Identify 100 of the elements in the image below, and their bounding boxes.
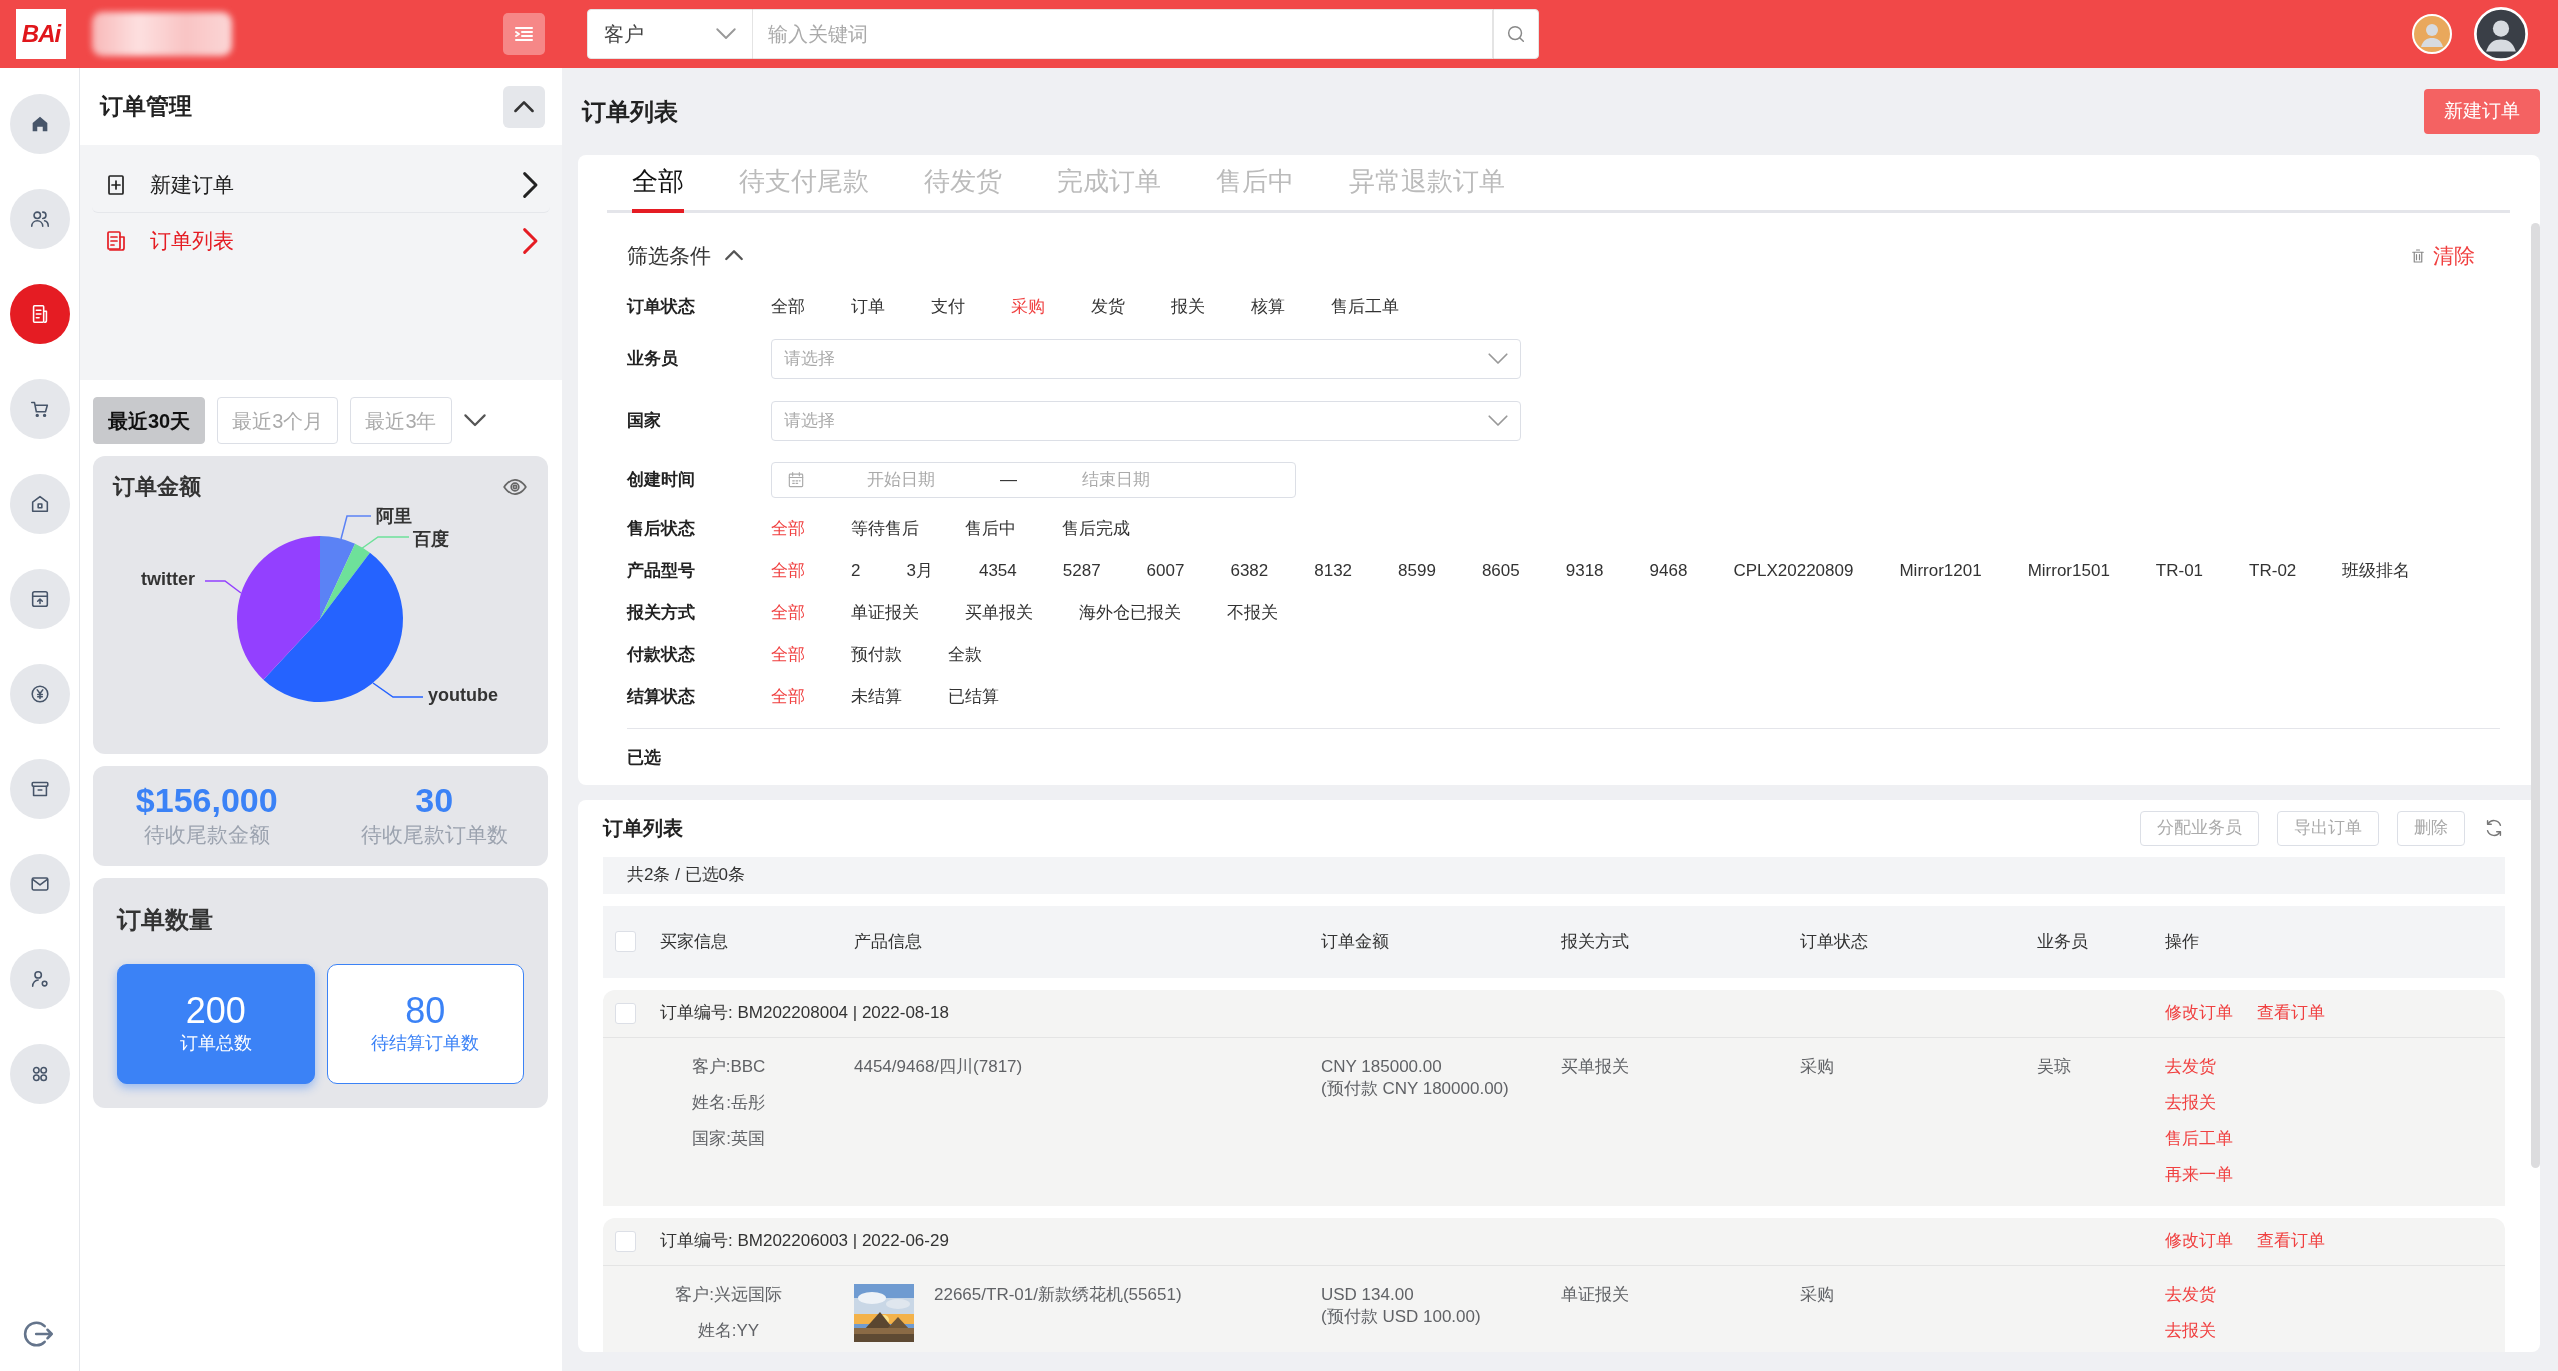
menu-item[interactable]: 订单列表 [92, 213, 550, 269]
tab[interactable]: 全部 [632, 162, 684, 213]
filter-option[interactable]: 6007 [1146, 558, 1185, 584]
column-header: 业务员 [2037, 930, 2089, 953]
filter-option[interactable]: 4354 [978, 558, 1017, 584]
filter-option[interactable]: 9318 [1565, 558, 1604, 584]
menu-title: 订单管理 [100, 92, 192, 122]
collapse-button[interactable] [503, 85, 545, 128]
selection-summary: 共2条 / 已选0条 [627, 864, 746, 887]
filter-option[interactable]: 5287 [1062, 558, 1101, 584]
action-link[interactable]: 去报关 [2165, 1319, 2505, 1342]
filter-option[interactable]: TR-02 [2249, 558, 2297, 584]
action-link[interactable]: 去发货 [2165, 1055, 2505, 1078]
filter-label: 报关方式 [627, 602, 696, 625]
chevron-down-icon [1488, 353, 1508, 365]
date-field[interactable]: 结束日期 [1021, 466, 1211, 494]
select-field[interactable]: 请选择 [771, 401, 1521, 441]
select-input[interactable]: 请选择 [782, 407, 1488, 435]
action-link[interactable]: 去发货 [2165, 1283, 2505, 1306]
period-dropdown-button[interactable] [463, 414, 486, 427]
filter-option[interactable]: TR-01 [2155, 558, 2204, 584]
clear-button[interactable]: 清除 [2409, 239, 2475, 272]
filter-option[interactable]: Mirror1501 [2027, 558, 2110, 584]
date-range-field[interactable]: 开始日期 — 结束日期 [771, 462, 1296, 498]
filter-option[interactable]: 发货 [1091, 294, 1125, 320]
filter-option[interactable]: 订单 [851, 294, 885, 320]
search-scope-select[interactable]: 客户 [587, 9, 753, 59]
filter-option[interactable]: 8599 [1398, 558, 1436, 584]
slice-label: youtube [428, 685, 498, 705]
period-button[interactable]: 最近30天 [93, 397, 206, 444]
scrollbar[interactable] [2531, 223, 2540, 1168]
filter-option[interactable]: 售后工单 [1331, 294, 1399, 320]
chevron-right-icon [523, 171, 538, 198]
filter-option[interactable]: 6382 [1230, 558, 1269, 584]
action-link[interactable]: 去报关 [2165, 1091, 2505, 1114]
chevron-down-icon [463, 414, 486, 427]
filter-option[interactable]: 全部 [771, 516, 805, 542]
filter-option[interactable]: 采购 [1011, 294, 1045, 320]
leader-line [372, 682, 424, 698]
filter-option[interactable]: 全部 [771, 558, 805, 584]
column-header: 订单金额 [1321, 930, 1390, 953]
filter-option[interactable]: 9468 [1649, 558, 1688, 584]
search-button[interactable] [1493, 9, 1539, 59]
search-field[interactable]: 输入关键词 [753, 9, 1493, 59]
filter-label: 国家 [627, 410, 662, 433]
filter-option[interactable]: 3月 [906, 558, 933, 584]
date-field[interactable]: 开始日期 [806, 466, 996, 494]
order-amount: (预付款 CNY 180000.00) [1321, 1077, 1510, 1100]
checkbox[interactable] [615, 1002, 636, 1024]
customs-method: 单证报关 [1561, 1283, 1630, 1306]
filter-option[interactable]: 支付 [931, 294, 965, 320]
filter-option[interactable]: 海外仓已报关 [1079, 600, 1181, 626]
filter-option[interactable]: 不报关 [1227, 600, 1278, 626]
filter-option[interactable]: 单证报关 [851, 600, 919, 626]
filter-option[interactable]: 买单报关 [965, 600, 1033, 626]
checkbox[interactable] [615, 931, 636, 952]
chevron-up-icon [725, 250, 743, 261]
product-info: 4454/9468/四川(7817) [854, 1055, 1023, 1078]
filter-option[interactable]: CPLX20220809 [1733, 558, 1854, 584]
filter-label: 售后状态 [627, 518, 696, 541]
action-link[interactable]: 售后工单 [2165, 1127, 2505, 1150]
filter-option[interactable]: 全部 [771, 600, 805, 626]
filter-toggle[interactable]: 筛选条件 [627, 239, 743, 272]
section-title: 订单列表 [603, 816, 683, 841]
action-link[interactable]: 修改订单 [2165, 1228, 2233, 1254]
filter-option[interactable]: 2 [851, 558, 861, 584]
filter-option[interactable]: 全部 [771, 642, 805, 668]
filter-option[interactable]: 全部 [771, 294, 805, 320]
slice-label: 阿里 [376, 506, 412, 526]
filter-option[interactable]: 班级排名 [2342, 558, 2411, 584]
checkbox[interactable] [615, 1230, 636, 1252]
order-number: 订单编号: BM202206003 | 2022-06-29 [659, 1230, 950, 1253]
filter-option[interactable]: 全款 [948, 642, 982, 668]
count-tile[interactable]: 80 待结算订单数 [326, 964, 524, 1084]
select-field[interactable]: 请选择 [771, 339, 1521, 379]
filter-option[interactable]: 预付款 [851, 642, 902, 668]
filter-option[interactable]: 售后中 [965, 516, 1016, 542]
count-tile[interactable]: 200 订单总数 [117, 964, 315, 1084]
filter-option[interactable]: 8132 [1314, 558, 1353, 584]
action-link[interactable]: 修改订单 [2165, 1000, 2233, 1026]
filter-option[interactable]: Mirror1201 [1899, 558, 1982, 584]
order-status: 采购 [1800, 1055, 1835, 1078]
select-input[interactable]: 请选择 [782, 345, 1488, 373]
menu-toggle-button[interactable] [503, 13, 545, 55]
avatar[interactable] [2474, 7, 2528, 61]
filter-label: 产品型号 [627, 560, 696, 583]
filter-option[interactable]: 8605 [1481, 558, 1520, 584]
document-list-icon [104, 229, 128, 253]
filter-option[interactable]: 售后完成 [1062, 516, 1130, 542]
filter-option[interactable]: 已结算 [948, 684, 999, 710]
filter-option[interactable]: 核算 [1251, 294, 1285, 320]
filter-option[interactable]: 未结算 [851, 684, 902, 710]
date-separator: — [1000, 469, 1017, 492]
filter-option[interactable]: 全部 [771, 684, 805, 710]
filter-option[interactable]: 等待售后 [851, 516, 919, 542]
column-header: 买家信息 [659, 930, 729, 953]
leader-line [204, 580, 242, 594]
column-header: 操作 [2165, 930, 2200, 953]
menu-item[interactable]: 新建订单 [92, 157, 550, 213]
filter-option[interactable]: 报关 [1171, 294, 1205, 320]
